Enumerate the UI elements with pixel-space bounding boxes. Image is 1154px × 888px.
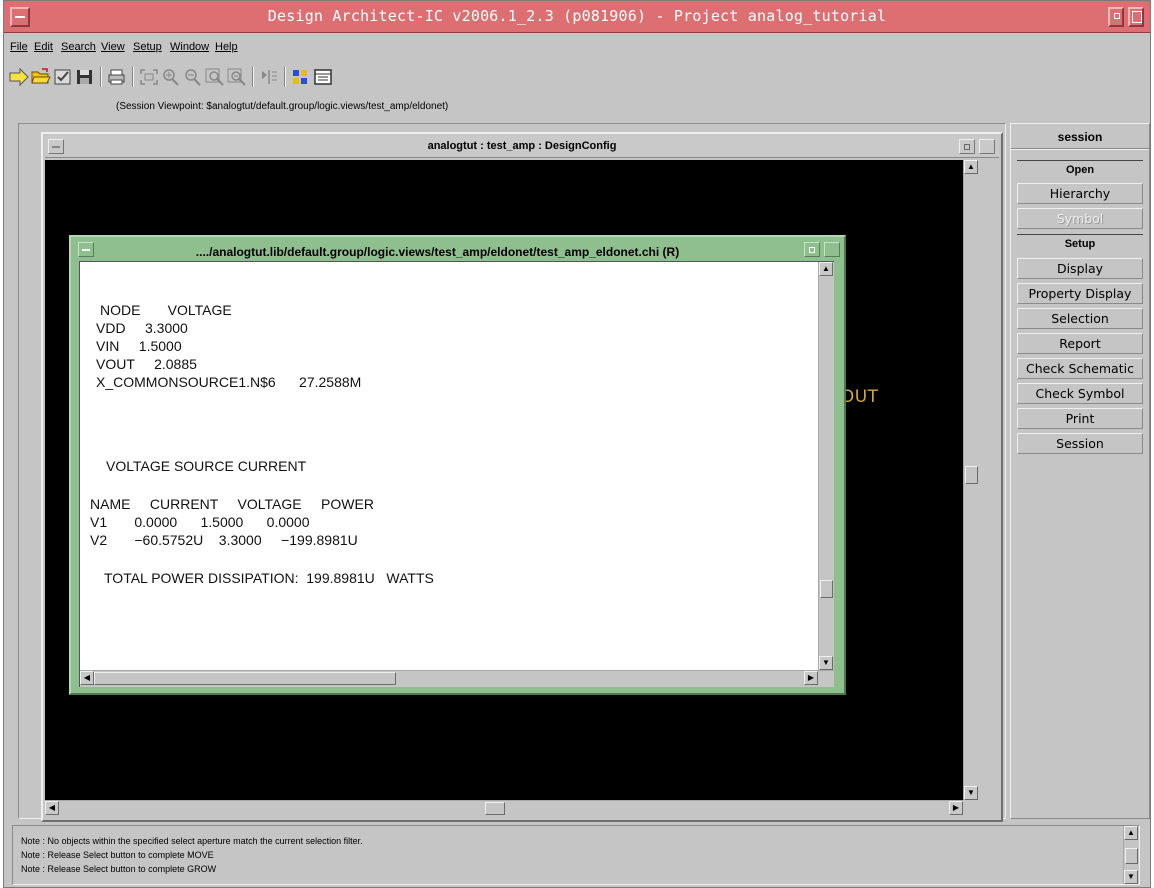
design-window-titlebar[interactable]: analogtut : test_amp : DesignConfig [45,136,999,158]
report-line: V2 −60.5752U 3.3000 −199.8981U [90,532,358,548]
selection-button[interactable]: Selection [1017,308,1143,329]
simulation-report-window: ..../analogtut.lib/default.group/logic.v… [69,235,846,695]
scroll-thumb[interactable] [94,672,396,685]
toolbar-separator [132,67,134,87]
message-line: Note : Release Select button to complete… [21,864,217,874]
report-line: VDD 3.3000 [96,320,188,336]
session-panel: session Open Hierarchy Symbol Setup Disp… [1010,123,1150,819]
report-line: VIN 1.5000 [96,338,182,354]
report-text-area[interactable]: NODE VOLTAGE VDD 3.3000 VIN 1.5000 VOUT … [80,262,818,670]
scroll-thumb[interactable] [1125,848,1138,864]
window-title: Design Architect-IC v2006.1_2.3 (p081906… [267,7,887,25]
report-titlebar[interactable]: ..../analogtut.lib/default.group/logic.v… [73,239,842,261]
scroll-up-icon[interactable]: ▲ [819,262,833,276]
display-button[interactable]: Display [1017,258,1143,279]
section-open: Open [1017,160,1143,180]
maximize-icon[interactable] [979,139,995,154]
zoom-fit-icon[interactable] [138,67,160,87]
report-line: VOLTAGE SOURCE CURRENT [106,458,307,474]
open-arrow-icon[interactable] [8,67,30,87]
menu-window[interactable]: Window [170,41,209,53]
check-symbol-button[interactable]: Check Symbol [1017,383,1143,404]
report-line: TOTAL POWER DISSIPATION: 199.8981U WATTS [104,570,434,586]
report-content-frame: NODE VOLTAGE VDD 3.3000 VIN 1.5000 VOUT … [79,261,834,687]
menu-file[interactable]: File [10,41,28,53]
toolbar-separator [284,67,286,87]
report-line: NODE VOLTAGE [100,302,232,318]
report-line: VOUT 2.0885 [96,356,197,372]
report-line: NAME CURRENT VOLTAGE POWER [90,496,374,512]
session-viewpoint: (Session Viewpoint: $analogtut/default.g… [116,101,449,112]
design-window-title: analogtut : test_amp : DesignConfig [427,140,617,152]
menu-bar: File Edit Search View Setup Window Help [4,41,1150,59]
print-icon[interactable] [106,67,128,87]
section-setup: Setup [1017,234,1143,254]
report-line: V1 0.0000 1.5000 0.0000 [90,514,310,530]
divider [1011,148,1149,150]
scroll-up-icon[interactable]: ▲ [1124,826,1138,840]
message-line: Note : No objects within the specified s… [21,836,363,846]
menu-search[interactable]: Search [61,41,96,53]
scroll-down-icon[interactable]: ▼ [964,786,978,800]
scroll-right-icon[interactable]: ▶ [804,671,818,685]
maximize-icon[interactable] [1128,7,1144,27]
zoom-in-icon[interactable] [160,67,182,87]
scroll-thumb[interactable] [485,802,505,815]
scroll-down-icon[interactable]: ▼ [1124,870,1138,884]
scroll-up-icon[interactable]: ▲ [964,160,978,174]
panel-title: session [1057,130,1103,144]
menu-view[interactable]: View [101,41,125,53]
properties-icon[interactable] [312,67,334,87]
zoom-out-icon[interactable] [182,67,204,87]
symbol-button[interactable]: Symbol [1017,208,1143,229]
maximize-icon[interactable] [824,242,840,257]
hierarchy-button[interactable]: Hierarchy [1017,183,1143,204]
zoom-select-icon[interactable] [226,67,248,87]
report-line: X_COMMONSOURCE1.N$6 27.2588M [96,374,362,390]
vertical-scrollbar[interactable]: ▲ ▼ [1123,826,1139,884]
message-area: Note : No objects within the specified s… [12,825,1140,885]
checkbox-icon[interactable] [52,67,74,87]
application-window: Design Architect-IC v2006.1_2.3 (p081906… [3,0,1151,888]
scroll-down-icon[interactable]: ▼ [819,656,833,670]
scroll-thumb[interactable] [965,466,978,484]
report-button[interactable]: Report [1017,333,1143,354]
session-button[interactable]: Session [1017,433,1143,454]
scroll-thumb[interactable] [820,580,833,598]
toolbar [4,63,1150,91]
run-icon[interactable] [258,67,280,87]
check-schematic-button[interactable]: Check Schematic [1017,358,1143,379]
title-bar: Design Architect-IC v2006.1_2.3 (p081906… [4,1,1150,33]
scroll-right-icon[interactable]: ▶ [949,801,963,815]
horizontal-scrollbar[interactable]: ◀ ▶ [80,670,834,687]
menu-help[interactable]: Help [215,41,238,53]
color-grid-icon[interactable] [290,67,312,87]
open-folder-icon[interactable] [30,67,52,87]
property-display-button[interactable]: Property Display [1017,283,1143,304]
print-button[interactable]: Print [1017,408,1143,429]
report-title: ..../analogtut.lib/default.group/logic.v… [195,245,680,259]
vertical-scrollbar[interactable]: ▲ ▼ [963,160,979,800]
horizontal-scrollbar[interactable]: ◀ ▶ [45,800,963,816]
minimize-icon[interactable] [804,242,820,257]
toolbar-separator [252,67,254,87]
message-line: Note : Release Select button to complete… [21,850,214,860]
save-disk-icon[interactable] [74,67,96,87]
menu-setup[interactable]: Setup [133,41,162,53]
zoom-area-icon[interactable] [204,67,226,87]
toolbar-separator [100,67,102,87]
menu-edit[interactable]: Edit [34,41,53,53]
minimize-icon[interactable] [1108,7,1124,27]
minimize-icon[interactable] [959,139,975,154]
vertical-scrollbar[interactable]: ▲ ▼ [818,262,834,670]
scroll-left-icon[interactable]: ◀ [45,801,59,815]
scroll-left-icon[interactable]: ◀ [80,671,94,685]
